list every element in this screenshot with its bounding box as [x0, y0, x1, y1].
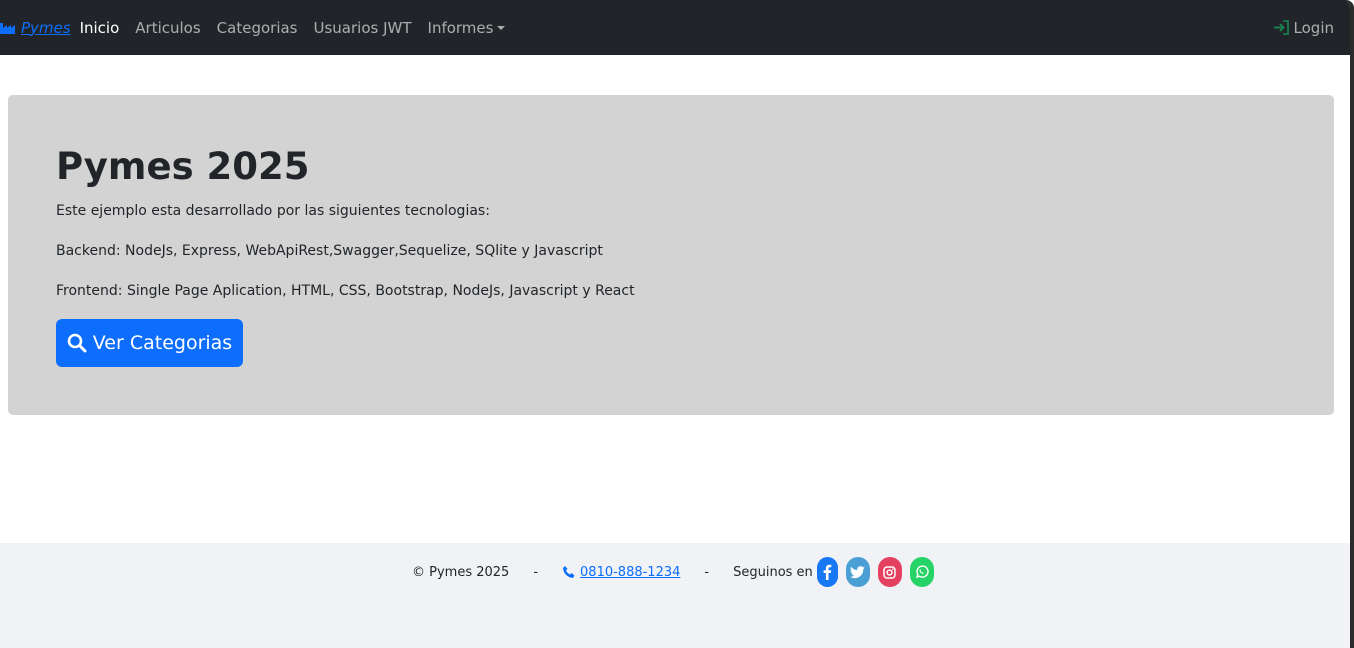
ver-categorias-label: Ver Categorias — [92, 332, 233, 354]
search-icon — [67, 333, 87, 353]
sign-in-icon — [1273, 20, 1289, 35]
facebook-icon[interactable] — [816, 557, 838, 587]
phone-icon — [563, 566, 575, 578]
instagram-icon[interactable] — [877, 557, 902, 587]
whatsapp-icon[interactable] — [909, 557, 934, 587]
separator: - — [533, 564, 539, 580]
brand-link[interactable]: Pymes — [0, 19, 71, 37]
jumbotron: Pymes 2025 Este ejemplo esta desarrollad… — [8, 95, 1334, 415]
nav-usuarios-jwt[interactable]: Usuarios JWT — [314, 19, 412, 37]
login-link[interactable]: Login — [1273, 0, 1334, 55]
nav-inicio[interactable]: Inicio — [80, 19, 120, 37]
intro-text: Este ejemplo esta desarrollado por las s… — [56, 203, 490, 219]
footer-row: © Pymes 2025 - 0810-888-1234 - Seguinos … — [412, 556, 934, 588]
phone-number: 0810-888-1234 — [580, 564, 681, 580]
footer: © Pymes 2025 - 0810-888-1234 - Seguinos … — [0, 543, 1350, 648]
phone-link[interactable]: 0810-888-1234 — [562, 565, 680, 580]
twitter-icon[interactable] — [845, 557, 870, 587]
nav-informes-label: Informes — [427, 18, 494, 37]
nav-categorias[interactable]: Categorias — [217, 19, 298, 37]
page-title: Pymes 2025 — [56, 145, 310, 188]
caret-down-icon — [497, 25, 506, 30]
login-label: Login — [1293, 18, 1334, 37]
app-window: Pymes Inicio Articulos Categorias Usuari… — [0, 0, 1354, 648]
navbar: Pymes Inicio Articulos Categorias Usuari… — [0, 0, 1350, 55]
nav-informes-dropdown[interactable]: Informes — [428, 19, 506, 37]
brand-label: Pymes — [21, 18, 71, 37]
ver-categorias-button[interactable]: Ver Categorias — [56, 319, 243, 367]
follow-text: Seguinos en — [733, 564, 813, 580]
separator: - — [704, 564, 710, 580]
copyright-text: © Pymes 2025 — [412, 564, 510, 580]
backend-text: Backend: NodeJs, Express, WebApiRest,Swa… — [56, 243, 603, 259]
industry-icon — [0, 23, 15, 34]
nav-articulos[interactable]: Articulos — [135, 19, 200, 37]
frontend-text: Frontend: Single Page Aplication, HTML, … — [56, 283, 635, 299]
